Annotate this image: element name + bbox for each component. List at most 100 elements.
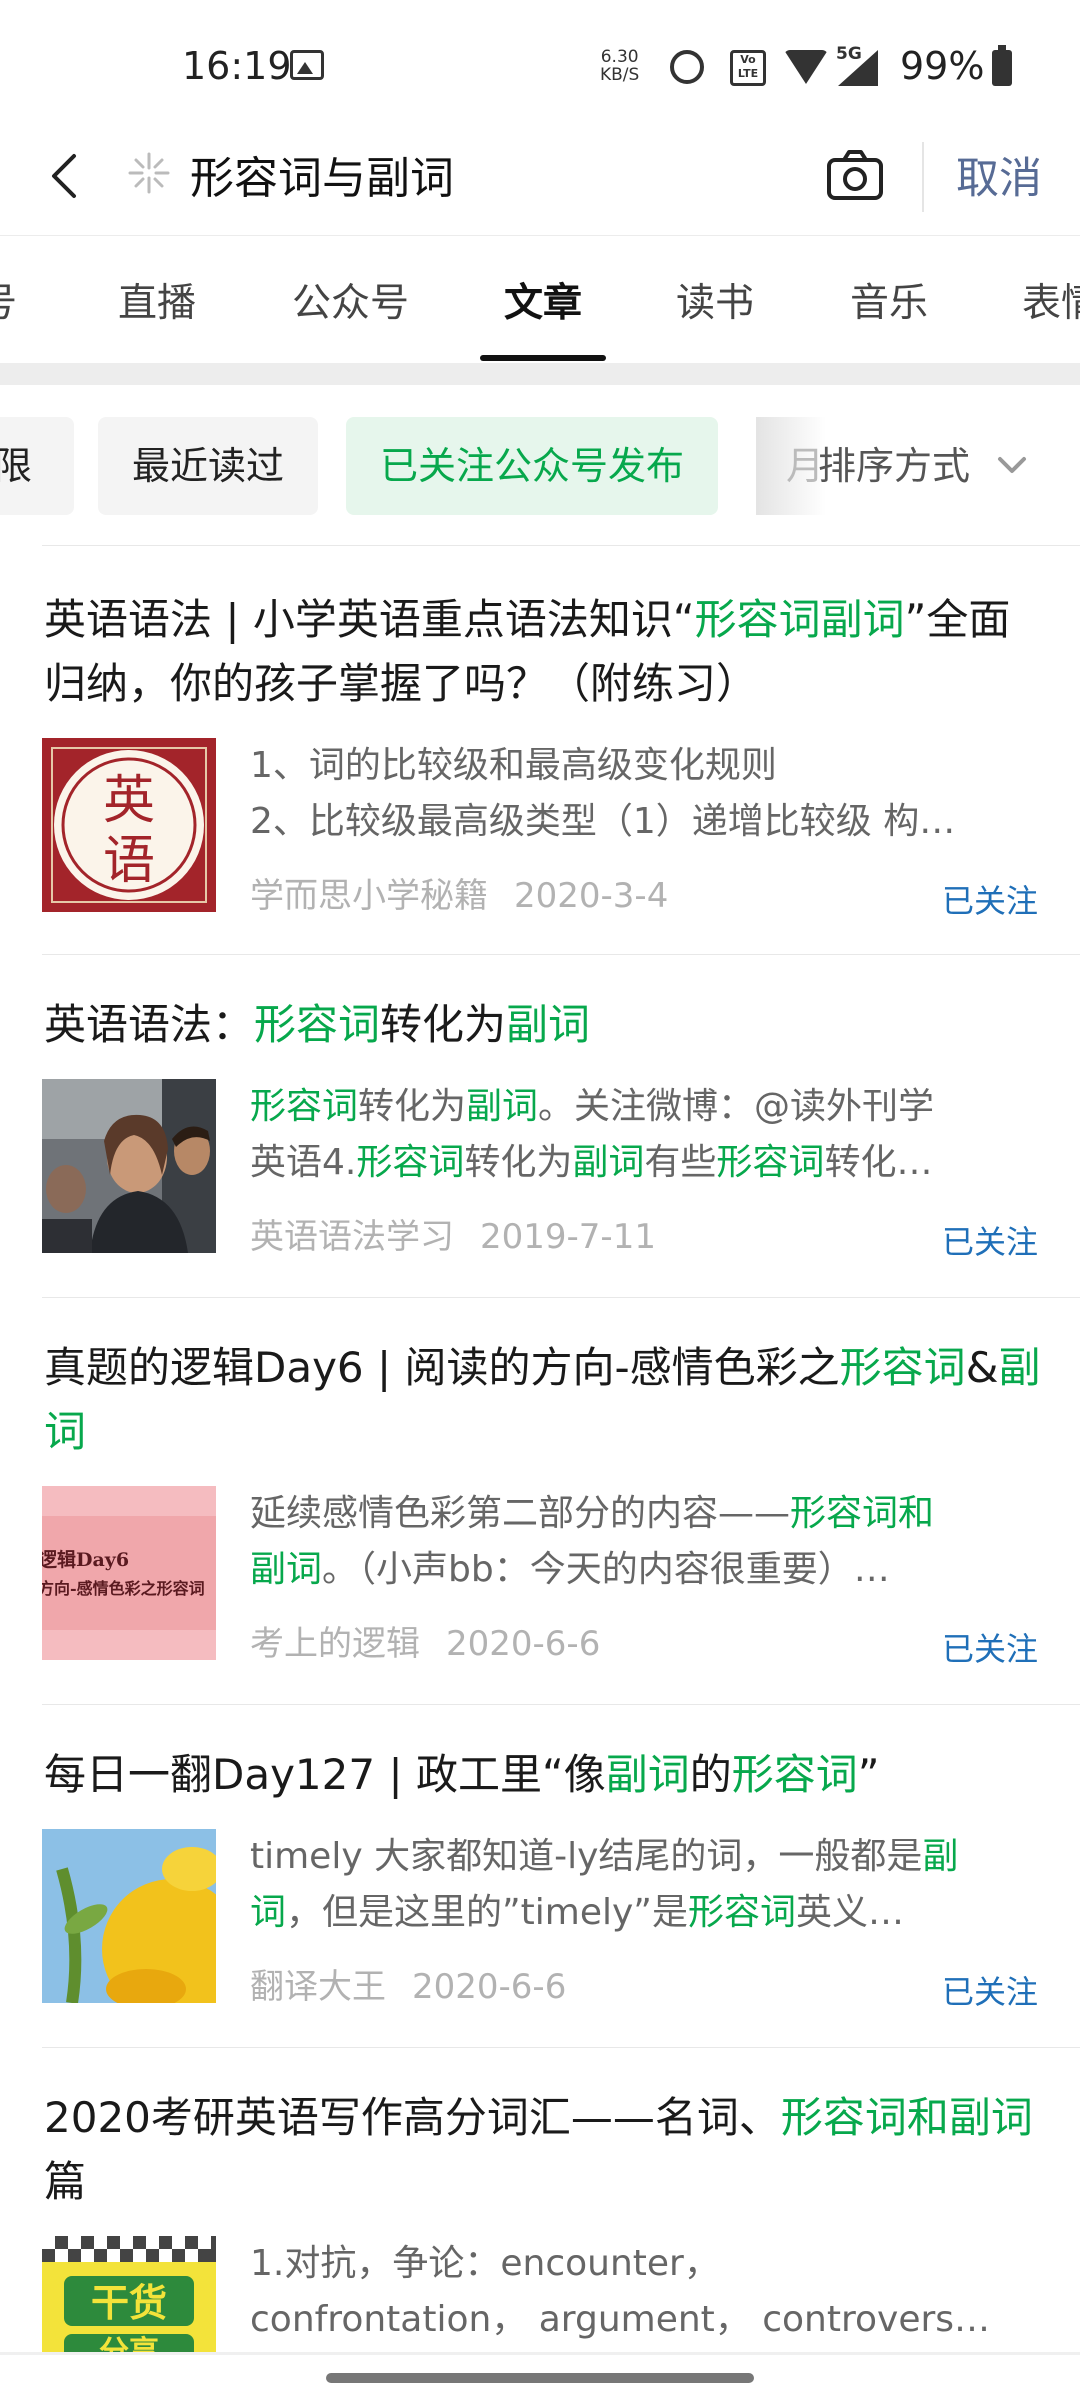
snippet-text: 。关注微博：@读外刊学	[538, 1086, 935, 1127]
article-thumbnail[interactable]: 干货 分享	[42, 2236, 216, 2362]
home-indicator[interactable]	[326, 2373, 754, 2383]
tab-articles[interactable]: 文章	[504, 272, 582, 328]
article-meta: 翻译大王 2020-6-6	[250, 1959, 566, 2008]
list-item[interactable]: 英语语法 | 小学英语重点语法知识“形容词副词”全面归纳，你的孩子掌握了吗？（附…	[42, 545, 1080, 954]
snippet-text: 延续感情色彩第二部分的内容——	[250, 1493, 791, 1534]
article-thumbnail[interactable]	[42, 1079, 216, 1253]
article-snippet: 延续感情色彩第二部分的内容——形容词和 副词。（小声bb：今天的内容很重要）…	[250, 1486, 1080, 1598]
snippet-highlight: 形容词	[250, 1086, 359, 1127]
status-bar: 16:19 6.30 KB/S Vo LTE 5G 99%	[0, 0, 1080, 130]
title-highlight: 副词	[506, 1000, 591, 1049]
snippet-line: 副词。（小声bb：今天的内容很重要）…	[250, 1542, 1072, 1598]
title-highlight: 形容词副词	[694, 595, 905, 644]
title-highlight: 形容词	[254, 1000, 381, 1049]
snippet-line: 延续感情色彩第二部分的内容——形容词和	[250, 1486, 1072, 1542]
article-title[interactable]: 英语语法：形容词转化为副词	[44, 993, 1044, 1057]
cancel-button[interactable]: 取消	[956, 144, 1042, 206]
image-icon	[290, 50, 324, 80]
tab-official-accounts[interactable]: 公众号	[292, 272, 409, 328]
snippet-highlight: 形容词	[356, 1142, 465, 1183]
article-snippet: 1.对抗，争论：encounter， confrontation， argume…	[250, 2236, 1080, 2348]
followed-badge: 已关注	[941, 882, 1038, 920]
thumb-text: 语	[103, 831, 155, 891]
title-text: 2020考研英语写作高分词汇——名词、	[44, 2093, 781, 2142]
divider	[922, 142, 924, 212]
snippet-highlight: 副词	[466, 1086, 539, 1127]
title-text: 的	[689, 1750, 732, 1799]
snippet-text: 转化…	[824, 1142, 933, 1183]
followed-badge: 已关注	[941, 1223, 1038, 1261]
publish-date: 2020-6-6	[412, 1967, 567, 2007]
snippet-text: 英语4.	[250, 1142, 357, 1183]
battery-percent: 99%	[900, 44, 985, 88]
thumb-text: 干货	[91, 2281, 167, 2325]
tab-books[interactable]: 读书	[676, 272, 754, 328]
title-text: ”	[857, 1750, 880, 1799]
article-thumbnail[interactable]: 英 语	[42, 738, 216, 912]
snippet-line: timely 大家都知道-ly结尾的词，一般都是副	[250, 1829, 1072, 1885]
tab-live[interactable]: 直播	[118, 272, 196, 328]
snippet-text: 1、词的比较级和最高级变化规则	[250, 745, 777, 786]
search-bar: 形容词与副词 取消	[0, 120, 1080, 235]
publish-date: 2020-3-4	[514, 876, 669, 916]
article-title[interactable]: 2020考研英语写作高分词汇——名词、形容词和副词篇	[44, 2086, 1044, 2214]
source-name[interactable]: 学而思小学秘籍	[250, 876, 488, 916]
article-title[interactable]: 英语语法 | 小学英语重点语法知识“形容词副词”全面归纳，你的孩子掌握了吗？（附…	[44, 588, 1044, 716]
list-item[interactable]: 每日一翻Day127 | 政工里“像副词的形容词” timely 大家都知道-l…	[42, 1704, 1080, 2047]
tab-music[interactable]: 音乐	[850, 272, 928, 328]
tab-stickers[interactable]: 表情	[1022, 272, 1080, 328]
source-name[interactable]: 翻译大王	[250, 1967, 386, 2007]
title-highlight: 副词	[605, 1750, 690, 1799]
title-highlight: 形容词	[731, 1750, 858, 1799]
snippet-text: 。（小声bb：今天的内容很重要）…	[322, 1549, 890, 1590]
alarm-icon	[670, 50, 704, 84]
snippet-highlight: 形容词	[716, 1142, 825, 1183]
snippet-line: 英语4.形容词转化为副词有些形容词转化…	[250, 1135, 1072, 1191]
title-text: 真题的逻辑Day6 | 阅读的方向-感情色彩之	[44, 1343, 840, 1392]
article-snippet: 1、词的比较级和最高级变化规则 2、比较级最高级类型（1）递增比较级 构…	[250, 738, 1080, 850]
tab-official-account-partial[interactable]: 号	[0, 272, 17, 328]
snippet-highlight: 词	[250, 1892, 287, 1933]
sort-dropdown[interactable]: 月 排序方式	[756, 417, 1080, 515]
snippet-text: 有些	[644, 1142, 717, 1183]
category-tabs: 号 直播 公众号 文章 读书 音乐 表情	[0, 235, 1080, 364]
article-thumbnail[interactable]: 逻辑Day6 方向-感情色彩之形容词	[42, 1486, 216, 1660]
title-highlight: 形容词	[839, 1343, 966, 1392]
filter-chip-followed-accounts[interactable]: 已关注公众号发布	[346, 417, 719, 515]
thumb-text: 逻辑Day6	[42, 1548, 129, 1571]
source-name[interactable]: 考上的逻辑	[250, 1624, 420, 1664]
article-title[interactable]: 真题的逻辑Day6 | 阅读的方向-感情色彩之形容词&副词	[44, 1336, 1044, 1464]
list-item[interactable]: 2020考研英语写作高分词汇——名词、形容词和副词篇 干货 分享 1.对抗，争论…	[42, 2047, 1080, 2368]
list-item[interactable]: 真题的逻辑Day6 | 阅读的方向-感情色彩之形容词&副词 逻辑Day6 方向-…	[42, 1297, 1080, 1704]
followed-badge: 已关注	[941, 1630, 1038, 1668]
status-time: 16:19	[182, 44, 292, 88]
title-text: 转化为	[380, 1000, 507, 1049]
results-list: 英语语法 | 小学英语重点语法知识“形容词副词”全面归纳，你的孩子掌握了吗？（附…	[0, 545, 1080, 2368]
snippet-text: 2、比较级最高级类型（1）递增比较级 构…	[250, 801, 956, 842]
source-name[interactable]: 英语语法学习	[250, 1217, 454, 1257]
sort-label: 排序方式	[818, 444, 971, 488]
article-title[interactable]: 每日一翻Day127 | 政工里“像副词的形容词”	[44, 1743, 1044, 1807]
snippet-text: timely 大家都知道-ly结尾的词，一般都是	[250, 1836, 923, 1877]
list-item[interactable]: 英语语法：形容词转化为副词 形容词转化为副词。关注微博：@读外刊学 英语4.形容…	[42, 954, 1080, 1297]
net-speed: 6.30 KB/S	[600, 48, 639, 84]
snippet-highlight: 副词	[572, 1142, 645, 1183]
snippet-highlight: 副	[922, 1836, 959, 1877]
filter-bar: 限 最近读过 已关注公众号发布 月 排序方式	[0, 385, 1080, 545]
title-highlight: 形容词和	[780, 2093, 949, 2142]
battery-icon	[992, 45, 1012, 86]
section-divider	[0, 363, 1080, 385]
article-snippet: timely 大家都知道-ly结尾的词，一般都是副 词，但是这里的”timely…	[250, 1829, 1080, 1941]
article-meta: 考上的逻辑 2020-6-6	[250, 1616, 600, 1665]
snippet-line: 1、词的比较级和最高级变化规则	[250, 738, 1072, 794]
filter-chip-time-limit[interactable]: 限	[0, 417, 74, 515]
article-thumbnail[interactable]	[42, 1829, 216, 2003]
gesture-nav-bar	[0, 2355, 1080, 2400]
snippet-line: 形容词转化为副词。关注微博：@读外刊学	[250, 1079, 1072, 1135]
back-icon[interactable]	[36, 146, 96, 206]
search-input[interactable]: 形容词与副词	[190, 142, 454, 206]
volte-icon: Vo LTE	[730, 50, 766, 86]
title-text: 英语语法：	[44, 1000, 255, 1049]
camera-icon[interactable]	[824, 144, 886, 206]
filter-chip-recently-read[interactable]: 最近读过	[98, 417, 319, 515]
